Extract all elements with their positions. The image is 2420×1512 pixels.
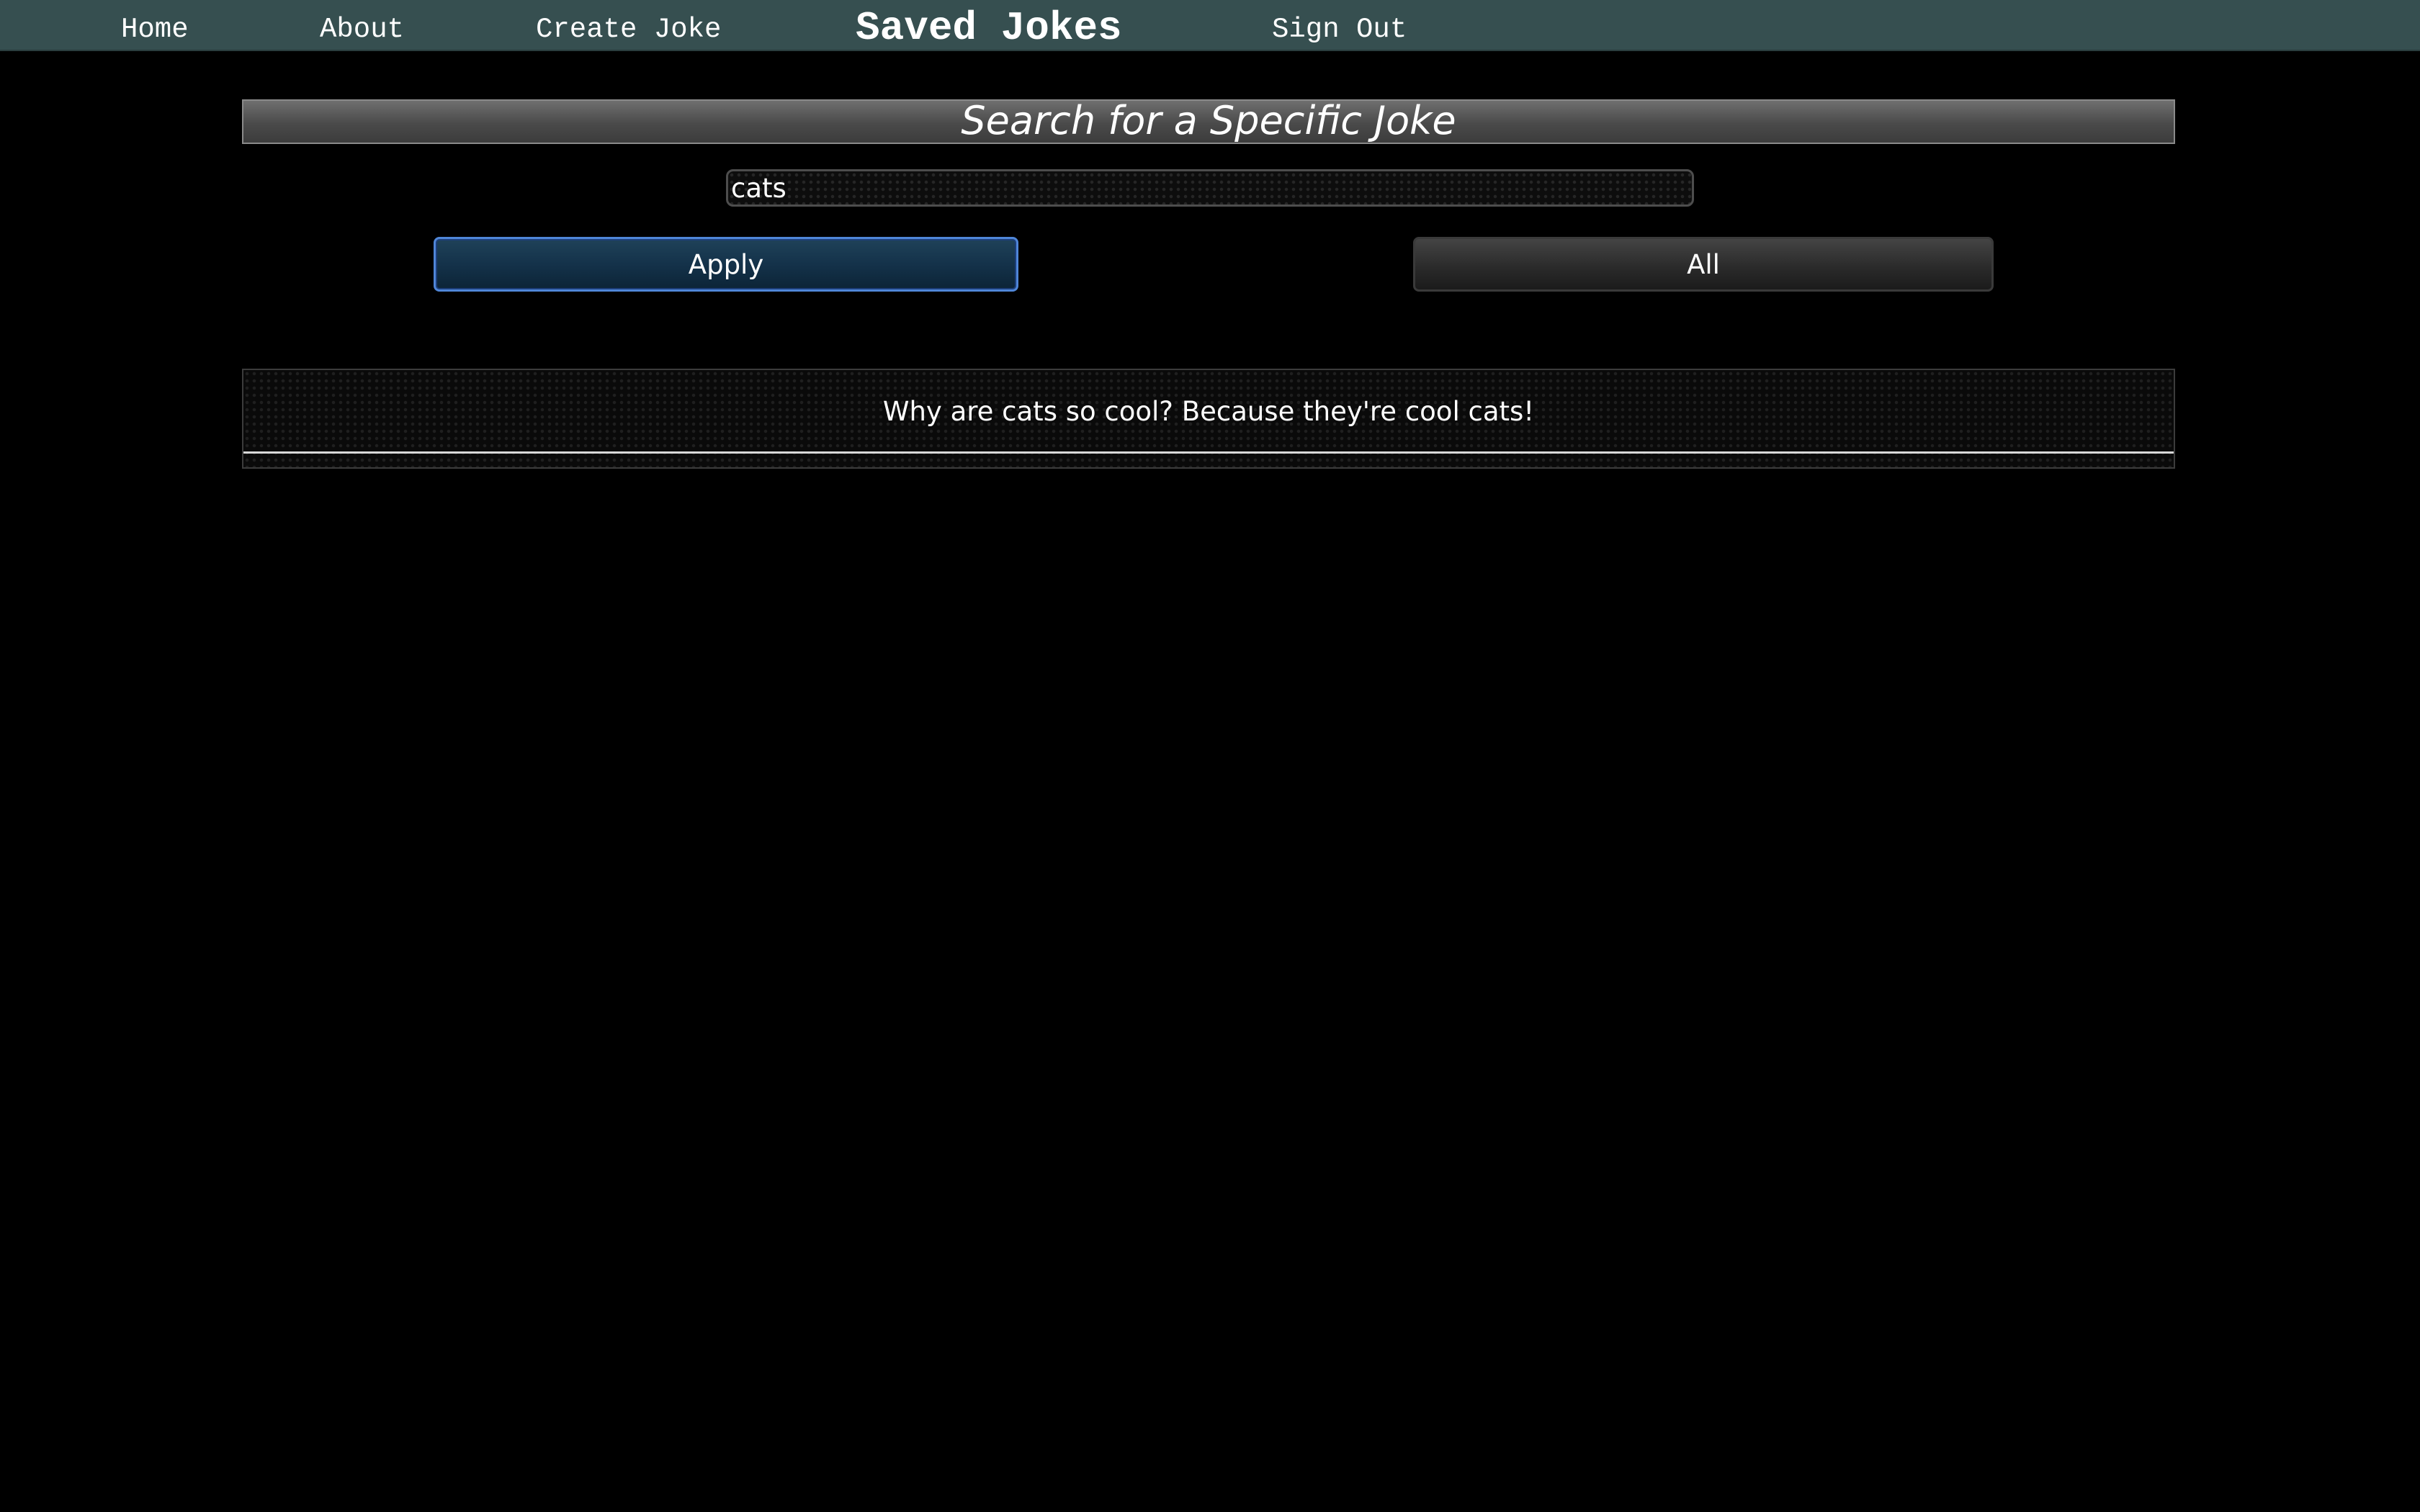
search-section-heading: Search for a Specific Joke	[242, 99, 2175, 144]
top-navbar: Home About Create Joke Saved Jokes Sign …	[0, 0, 2420, 51]
show-all-button[interactable]: All	[1413, 237, 1994, 292]
joke-results-list: Why are cats so cool? Because they're co…	[242, 369, 2175, 469]
apply-button[interactable]: Apply	[434, 237, 1018, 292]
nav-saved-jokes-link[interactable]: Saved Jokes	[856, 0, 1122, 51]
nav-about-link[interactable]: About	[320, 0, 404, 50]
nav-home-link[interactable]: Home	[121, 0, 189, 50]
nav-sign-out-link[interactable]: Sign Out	[1272, 0, 1407, 50]
joke-list-item[interactable]: Why are cats so cool? Because they're co…	[243, 370, 2174, 454]
joke-search-input[interactable]	[726, 169, 1694, 207]
nav-create-joke-link[interactable]: Create Joke	[536, 0, 721, 50]
